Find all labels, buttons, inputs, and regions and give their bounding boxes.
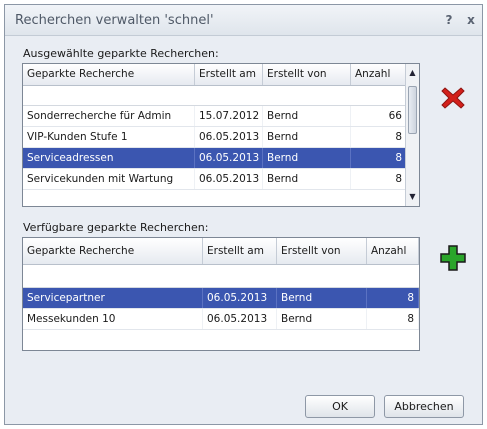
cell-name: Messekunden 10 [23,309,203,329]
column-header-user[interactable]: Erstellt von [277,238,367,264]
cell-count: 8 [351,169,407,189]
cell-name: Servicekunden mit Wartung [23,169,195,189]
cell-date: 15.07.2012 [195,106,263,126]
selected-section-label: Ausgewählte geparkte Recherchen: [23,47,219,60]
cell-date: 06.05.2013 [195,148,263,168]
cell-count: 8 [367,288,419,308]
available-section-label: Verfügbare geparkte Recherchen: [23,221,209,234]
dialog-window: Recherchen verwalten 'schnel' ? x Ausgew… [4,4,483,425]
close-button[interactable]: x [460,13,482,27]
available-searches-grid[interactable]: Geparkte Recherche Erstellt am Erstellt … [22,237,420,351]
cell-count: 8 [351,127,407,147]
vertical-scrollbar[interactable]: ▲ ▼ [405,64,419,206]
cell-user: Bernd [263,106,351,126]
table-row[interactable]: Servicekunden mit Wartung 06.05.2013 Ber… [23,169,407,190]
cell-user: Bernd [263,127,351,147]
table-row[interactable]: VIP-Kunden Stufe 1 06.05.2013 Bernd 8 [23,127,407,148]
filter-row[interactable] [23,86,419,106]
column-header-user[interactable]: Erstellt von [263,64,351,85]
cancel-button[interactable]: Abbrechen [384,395,464,418]
column-header-date[interactable]: Erstellt am [195,64,263,85]
filter-row[interactable] [23,265,419,288]
cell-count: 8 [367,309,419,329]
scroll-down-arrow-icon[interactable]: ▼ [407,191,418,203]
remove-button[interactable] [438,83,468,113]
cell-user: Bernd [263,148,351,168]
cell-user: Bernd [263,169,351,189]
cell-date: 06.05.2013 [195,127,263,147]
cell-user: Bernd [277,309,367,329]
cell-date: 06.05.2013 [203,309,277,329]
red-x-icon [441,87,465,109]
column-header-name[interactable]: Geparkte Recherche [23,64,195,85]
scroll-thumb[interactable] [408,86,417,134]
cell-name: Servicepartner [23,288,203,308]
table-row-selected[interactable]: Serviceadressen 06.05.2013 Bernd 8 [23,148,407,169]
title-bar: Recherchen verwalten 'schnel' ? x [5,5,482,36]
cell-date: 06.05.2013 [195,169,263,189]
cell-date: 06.05.2013 [203,288,277,308]
grid-header: Geparkte Recherche Erstellt am Erstellt … [23,64,407,86]
grid-header: Geparkte Recherche Erstellt am Erstellt … [23,238,419,265]
cell-count: 66 [351,106,407,126]
table-row[interactable]: Sonderrecherche für Admin 15.07.2012 Ber… [23,106,407,127]
table-row-selected[interactable]: Servicepartner 06.05.2013 Bernd 8 [23,288,419,309]
column-header-count[interactable]: Anzahl [367,238,419,264]
column-header-name[interactable]: Geparkte Recherche [23,238,203,264]
green-plus-icon [440,245,466,271]
column-header-date[interactable]: Erstellt am [203,238,277,264]
ok-button[interactable]: OK [305,395,375,418]
scroll-up-arrow-icon[interactable]: ▲ [407,67,418,79]
cell-count: 8 [351,148,407,168]
cell-name: Sonderrecherche für Admin [23,106,195,126]
help-button[interactable]: ? [438,13,460,27]
column-header-count[interactable]: Anzahl [351,64,407,85]
add-button[interactable] [438,243,468,273]
cell-user: Bernd [277,288,367,308]
cell-name: VIP-Kunden Stufe 1 [23,127,195,147]
selected-searches-grid[interactable]: Geparkte Recherche Erstellt am Erstellt … [22,63,420,207]
window-title: Recherchen verwalten 'schnel' [15,12,214,28]
cell-name: Serviceadressen [23,148,195,168]
table-row[interactable]: Messekunden 10 06.05.2013 Bernd 8 [23,309,419,330]
